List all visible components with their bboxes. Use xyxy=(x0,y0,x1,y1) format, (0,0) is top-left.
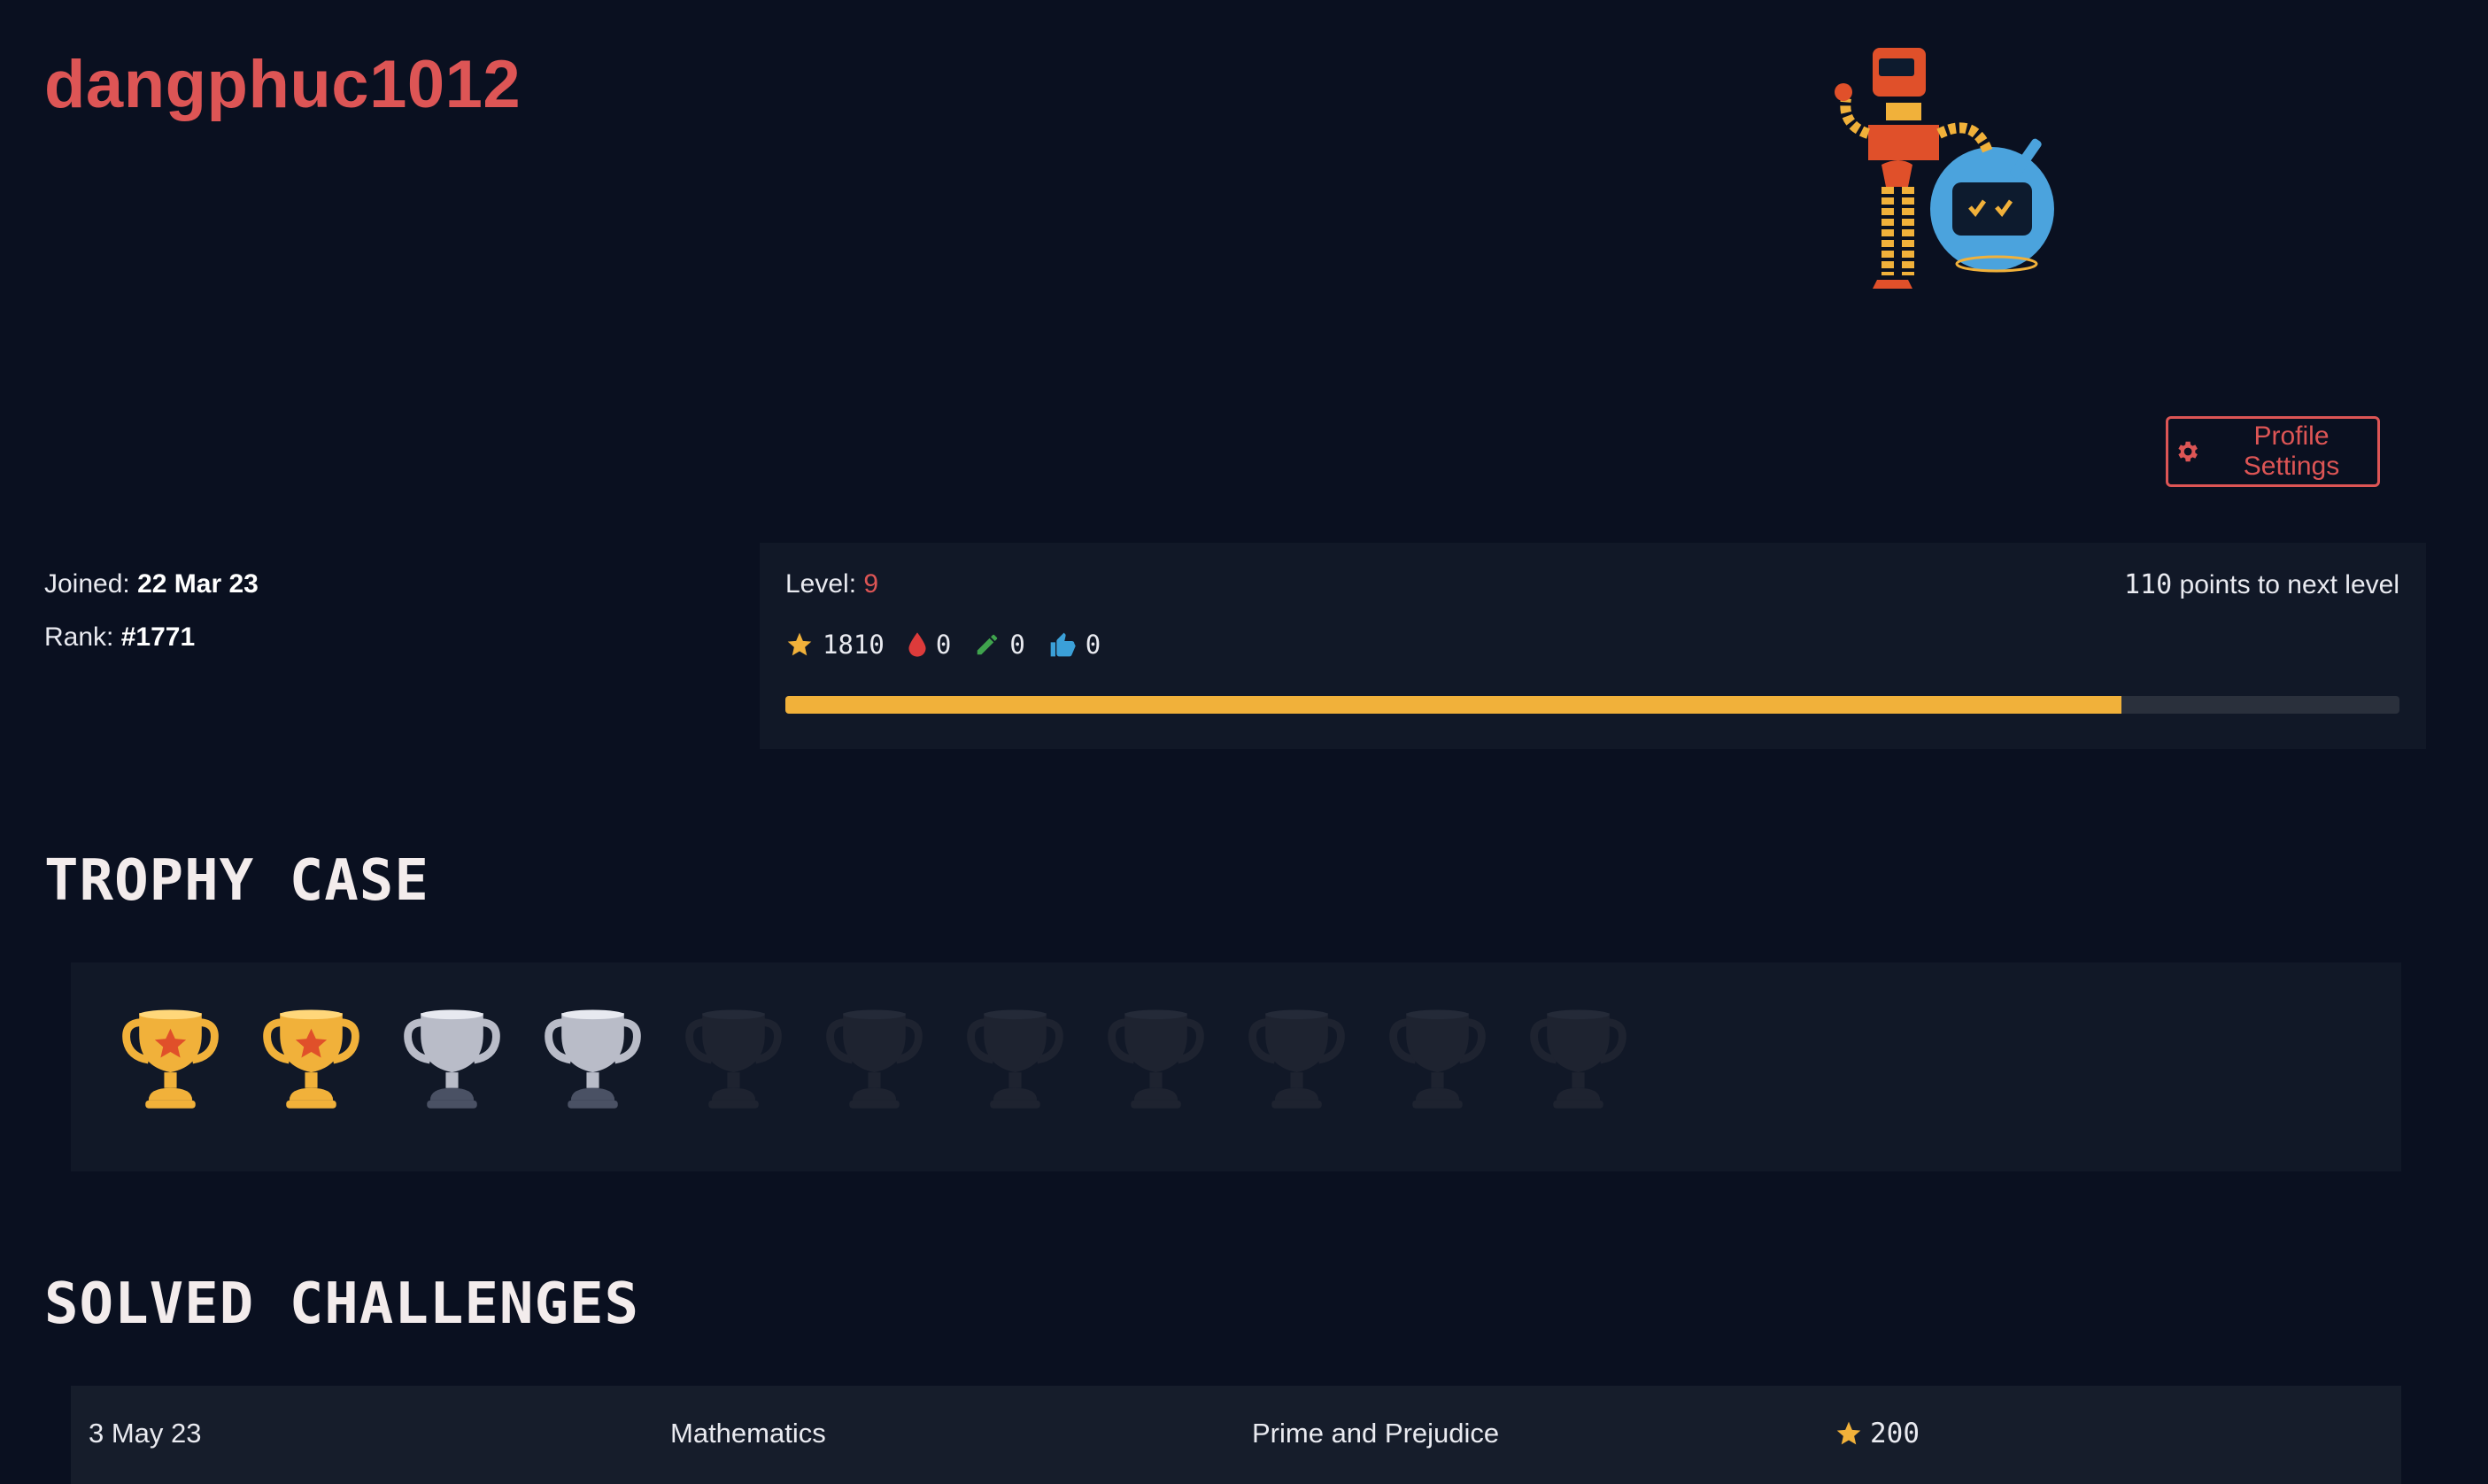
first-bloods-stat: 0 xyxy=(908,630,951,660)
solved-challenge-name[interactable]: Prime and Prejudice xyxy=(1252,1418,1499,1449)
profile-settings-button[interactable]: Profile Settings xyxy=(2166,416,2380,487)
first-bloods-value: 0 xyxy=(935,630,952,660)
solved-points: 200 xyxy=(1835,1418,1920,1449)
robot-mascot-illustration xyxy=(1835,48,2054,289)
solved-challenge-row[interactable]: 3 May 23 Mathematics Prime and Prejudice… xyxy=(71,1386,2401,1484)
blood-drop-icon xyxy=(908,632,926,657)
level-label: Level: xyxy=(785,569,857,599)
gold-trophy-icon xyxy=(263,1009,359,1109)
trophy-case-heading: TROPHY CASE xyxy=(44,848,429,914)
rank-row: Rank: #1771 xyxy=(44,611,259,664)
stats-row: 1810 0 0 0 xyxy=(785,630,1124,660)
silver-trophy-icon xyxy=(545,1009,641,1109)
points-stat: 1810 xyxy=(785,630,885,660)
rank-value: #1771 xyxy=(120,622,196,652)
solved-challenges-heading: SOLVED CHALLENGES xyxy=(44,1271,640,1337)
locked-trophy-icon xyxy=(967,1009,1063,1109)
points-value: 1810 xyxy=(823,630,885,660)
locked-trophy-icon xyxy=(1389,1009,1486,1109)
profile-meta: Joined: 22 Mar 23 Rank: #1771 xyxy=(44,558,259,664)
locked-trophy-icon xyxy=(1108,1009,1204,1109)
gear-icon xyxy=(2174,438,2200,465)
pencil-icon xyxy=(977,634,998,655)
rank-label: Rank: xyxy=(44,622,114,652)
next-level-label: points to next level xyxy=(2179,570,2399,599)
profile-settings-label: Profile Settings xyxy=(2243,421,2340,481)
write-ups-value: 0 xyxy=(1009,630,1025,660)
next-level-text: 110 points to next level xyxy=(2124,569,2399,600)
silver-trophy-icon xyxy=(404,1009,500,1109)
star-icon xyxy=(1836,1421,1861,1445)
level-panel: Level: 9 110 points to next level 1810 0… xyxy=(760,543,2426,749)
star-icon xyxy=(787,632,812,656)
trophy-case-panel xyxy=(71,962,2401,1171)
trophy-row xyxy=(120,1007,1628,1113)
level-row: Level: 9 xyxy=(785,569,878,599)
solved-points-value: 200 xyxy=(1870,1418,1920,1449)
joined-row: Joined: 22 Mar 23 xyxy=(44,558,259,611)
locked-trophy-icon xyxy=(1530,1009,1626,1109)
write-ups-stat: 0 xyxy=(974,630,1025,660)
joined-label: Joined: xyxy=(44,569,130,599)
level-progress-fill xyxy=(785,696,2122,714)
gold-trophy-icon xyxy=(122,1009,219,1109)
joined-date: 22 Mar 23 xyxy=(137,569,259,599)
likes-value: 0 xyxy=(1085,630,1101,660)
likes-stat: 0 xyxy=(1048,630,1101,660)
next-level-points: 110 xyxy=(2123,569,2173,600)
level-progress-bar xyxy=(785,696,2399,714)
solved-category: Mathematics xyxy=(670,1418,826,1449)
level-value: 9 xyxy=(863,569,879,599)
locked-trophy-icon xyxy=(685,1009,782,1109)
locked-trophy-icon xyxy=(1248,1009,1345,1109)
thumbs-up-icon xyxy=(1050,632,1076,657)
solved-date: 3 May 23 xyxy=(89,1418,202,1449)
username: dangphuc1012 xyxy=(44,47,522,122)
locked-trophy-icon xyxy=(826,1009,923,1109)
